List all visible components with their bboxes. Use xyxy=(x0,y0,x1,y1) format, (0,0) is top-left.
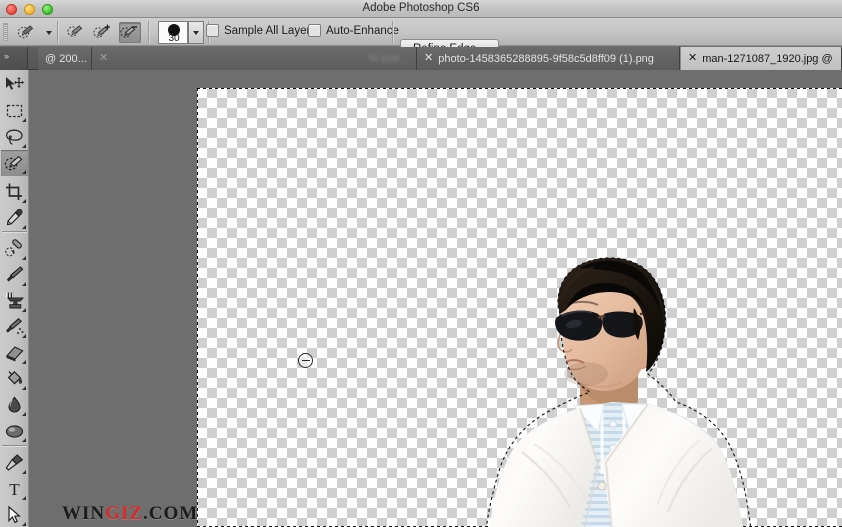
tool-group-indicator xyxy=(22,118,26,122)
title-bar: Adobe Photoshop CS6 xyxy=(0,0,842,18)
app-title: Adobe Photoshop CS6 xyxy=(362,2,480,14)
tool-group-indicator xyxy=(22,199,26,203)
brush-picker-dropdown[interactable] xyxy=(188,21,204,44)
chevron-down-icon xyxy=(46,30,52,35)
sample-all-layers-label: Sample All Layers xyxy=(224,24,317,37)
blur-tool[interactable] xyxy=(1,392,28,418)
auto-enhance-label: Auto-Enhance xyxy=(326,24,399,37)
selection-marching-ants-top xyxy=(197,88,842,89)
options-bar-grip[interactable] xyxy=(3,23,8,41)
tool-group-indicator xyxy=(22,282,26,286)
image-canvas[interactable] xyxy=(197,88,842,527)
clone-stamp-tool[interactable] xyxy=(1,288,28,314)
crop-tool[interactable] xyxy=(1,179,28,205)
options-separator-1 xyxy=(57,21,59,43)
add-to-selection-button[interactable] xyxy=(92,22,114,43)
brush-cursor-subtract xyxy=(298,353,313,368)
history-brush-tool[interactable] xyxy=(1,314,28,340)
tool-group-indicator xyxy=(22,360,26,364)
auto-enhance-checkbox[interactable] xyxy=(308,24,321,37)
subtract-from-selection-button[interactable] xyxy=(119,22,141,43)
paint-bucket-tool[interactable] xyxy=(1,366,28,392)
path-selection-tool[interactable] xyxy=(1,502,28,527)
tool-group-indicator xyxy=(22,412,26,416)
dodge-tool[interactable] xyxy=(1,418,28,444)
auto-enhance-row[interactable]: Auto-Enhance xyxy=(308,24,399,37)
sample-all-layers-row[interactable]: Sample All Layers xyxy=(206,24,316,37)
tab-label: % (col... xyxy=(368,52,408,65)
tool-group-indicator xyxy=(22,225,26,229)
pen-tool[interactable] xyxy=(1,450,28,476)
options-separator-4 xyxy=(392,21,394,43)
watermark-part-3: .COM xyxy=(142,503,199,524)
tool-group-indicator xyxy=(22,438,26,442)
tool-group-indicator xyxy=(22,496,26,500)
tool-preset-picker[interactable] xyxy=(16,22,38,43)
watermark: WINGIZ.COM xyxy=(62,503,198,525)
tool-group-indicator xyxy=(22,256,26,260)
brush-tool[interactable] xyxy=(1,262,28,288)
tools-panel: T xyxy=(0,70,29,527)
tool-group-indicator xyxy=(22,522,26,526)
document-workspace[interactable] xyxy=(29,70,842,527)
options-separator-2 xyxy=(148,21,150,43)
tab-zoom-fragment[interactable]: @ 200... xyxy=(38,47,92,70)
double-chevron-right-icon: » xyxy=(4,51,9,61)
tab-hidden-document[interactable]: ✕ % (col... xyxy=(92,47,417,70)
close-icon[interactable]: ✕ xyxy=(424,53,433,64)
tab-man-jpg[interactable]: ✕ man-1271087_1920.jpg @ xyxy=(680,47,842,70)
svg-text:T: T xyxy=(9,480,20,499)
watermark-part-1: WIN xyxy=(62,503,106,524)
brush-size-preview[interactable]: 30 xyxy=(158,21,188,44)
eraser-tool[interactable] xyxy=(1,340,28,366)
chevron-down-icon xyxy=(193,30,199,35)
panel-expand-toggle[interactable]: » xyxy=(0,47,28,70)
options-bar: 30 Sample All Layers Auto-Enhance Refine… xyxy=(0,18,842,58)
selection-marching-ants-left xyxy=(197,88,198,527)
tools-separator-2 xyxy=(2,445,27,447)
tab-label: @ 200... xyxy=(45,52,87,65)
tab-photo-png[interactable]: ✕ photo-1458365288895-9f58c5d8ff09 (1).p… xyxy=(417,47,680,70)
close-icon[interactable]: ✕ xyxy=(688,53,697,64)
horizontal-type-tool[interactable]: T xyxy=(1,476,28,502)
new-selection-button[interactable] xyxy=(66,22,88,43)
photoshop-window: Adobe Photoshop CS6 30 Sample All Layers… xyxy=(0,0,842,527)
lasso-tool[interactable] xyxy=(1,124,28,150)
close-icon[interactable]: ✕ xyxy=(99,53,108,64)
brush-size-value: 30 xyxy=(168,33,180,44)
tool-group-indicator xyxy=(22,144,26,148)
tool-group-indicator xyxy=(22,334,26,338)
tool-group-indicator xyxy=(22,470,26,474)
tool-group-indicator xyxy=(22,170,26,174)
move-tool[interactable] xyxy=(1,72,28,98)
sample-all-layers-checkbox[interactable] xyxy=(206,24,219,37)
tab-label: man-1271087_1920.jpg @ xyxy=(702,52,833,65)
spot-healing-brush-tool[interactable] xyxy=(1,236,28,262)
watermark-part-2: GIZ xyxy=(105,503,143,524)
rectangular-marquee-tool[interactable] xyxy=(1,98,28,124)
quick-selection-tool[interactable] xyxy=(1,150,28,176)
subject-cutout-man xyxy=(462,256,782,527)
eyedropper-tool[interactable] xyxy=(1,205,28,231)
tools-separator-1 xyxy=(2,231,27,233)
tool-group-indicator xyxy=(22,386,26,390)
tab-label: photo-1458365288895-9f58c5d8ff09 (1).png xyxy=(438,52,654,65)
tool-group-indicator xyxy=(22,308,26,312)
